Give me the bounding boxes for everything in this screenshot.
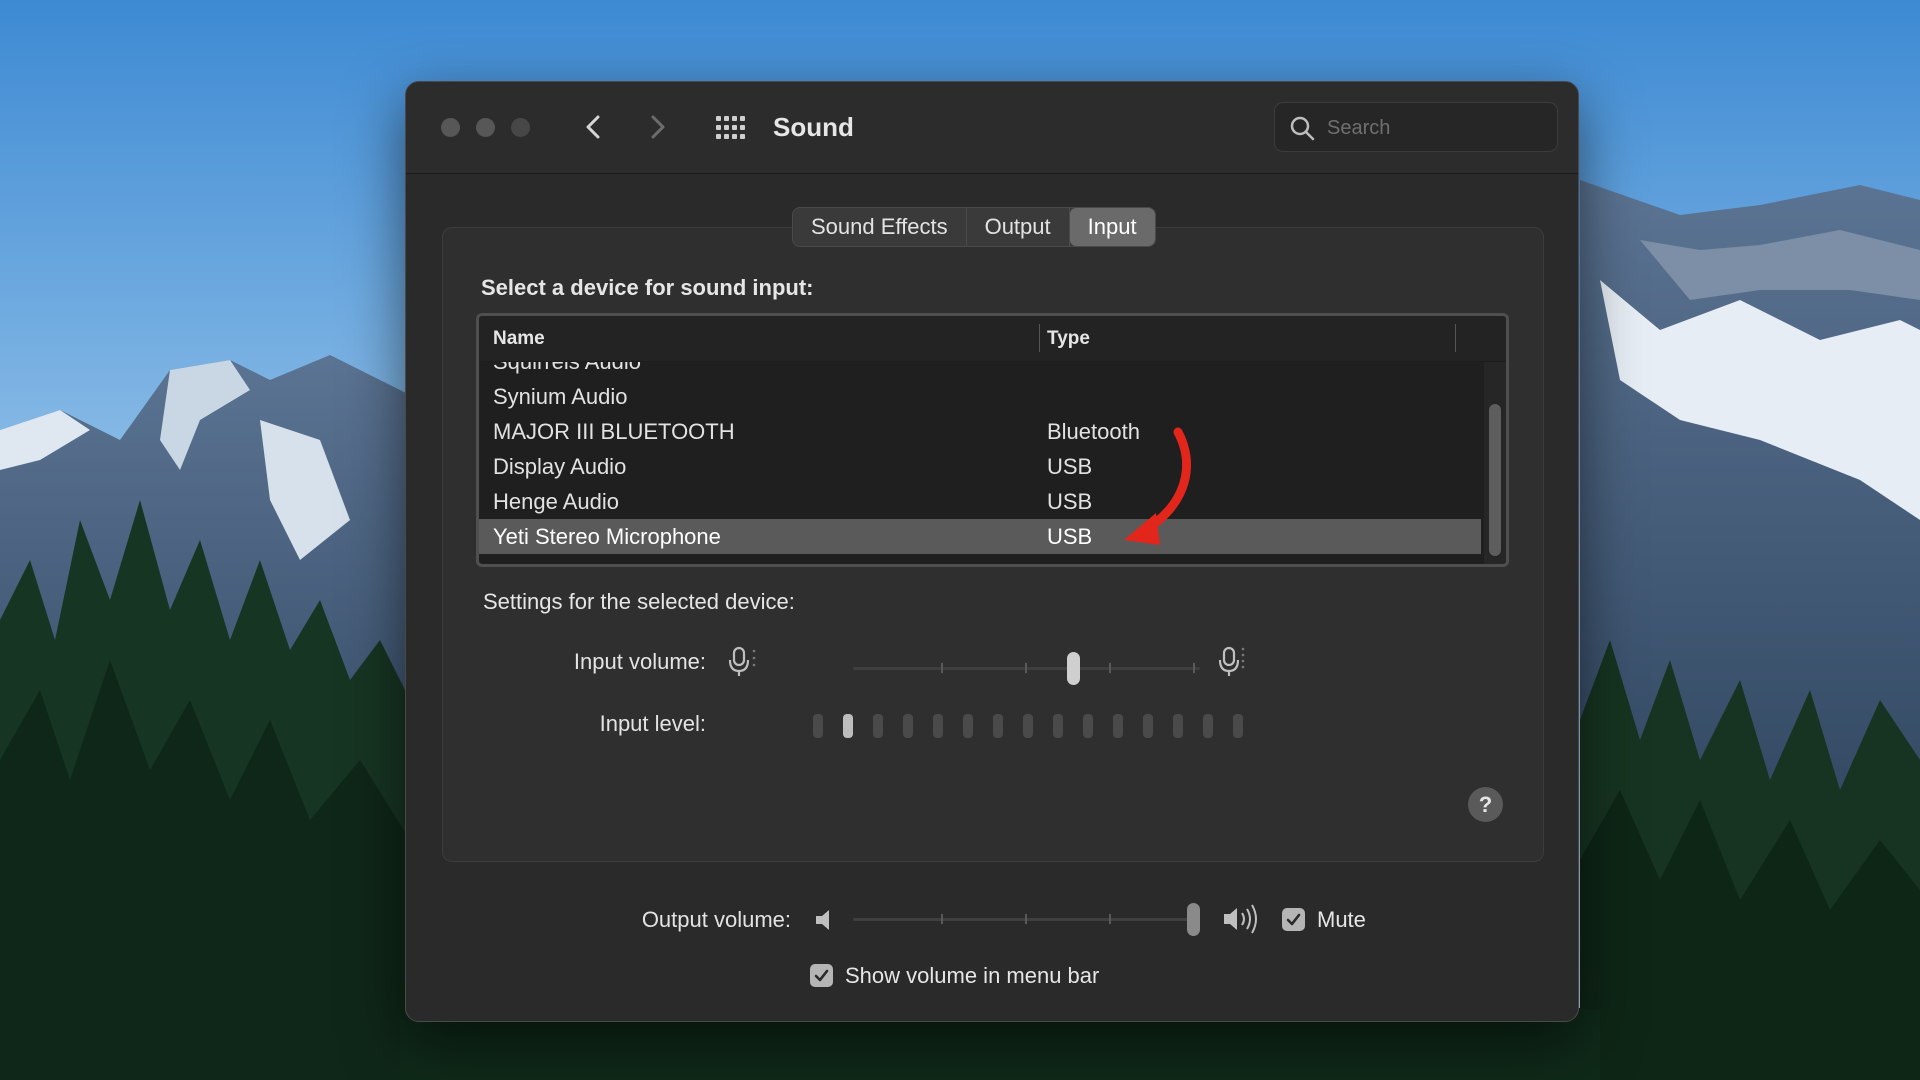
level-meter-segment	[963, 714, 973, 738]
table-row[interactable]: Display Audio USB	[479, 449, 1481, 484]
column-header-type[interactable]: Type	[1047, 328, 1090, 350]
table-row[interactable]: MAJOR III BLUETOOTH Bluetooth	[479, 414, 1481, 449]
chevron-right-icon	[651, 115, 665, 139]
help-button[interactable]: ?	[1468, 787, 1503, 822]
mute-checkbox[interactable]	[1282, 908, 1305, 931]
output-volume-slider[interactable]	[853, 903, 1200, 937]
checkmark-icon	[814, 969, 829, 982]
device-type: USB	[1047, 489, 1093, 514]
output-volume-label: Output volume:	[641, 907, 791, 932]
device-heading: Select a device for sound input:	[481, 275, 814, 300]
input-level-meter	[813, 714, 1253, 738]
device-name: Synium Audio	[493, 384, 628, 409]
tab-sound-effects[interactable]: Sound Effects	[793, 208, 967, 246]
input-volume-slider[interactable]	[853, 652, 1200, 686]
level-meter-segment	[933, 714, 943, 738]
search-icon	[1290, 116, 1315, 141]
scrollbar-thumb[interactable]	[1489, 404, 1501, 556]
level-meter-segment	[873, 714, 883, 738]
minimize-window-button[interactable]	[476, 118, 495, 137]
device-name: Squirrels Audio	[493, 362, 641, 375]
level-meter-segment	[1233, 714, 1243, 738]
search-field[interactable]	[1274, 102, 1558, 152]
table-header: Name Type	[479, 316, 1506, 362]
sound-preferences-window: Sound Sound Effects Output Input Select …	[405, 81, 1579, 1022]
checkmark-icon	[1286, 913, 1301, 926]
slider-tick	[1025, 914, 1027, 924]
slider-knob[interactable]	[1067, 652, 1080, 685]
level-meter-segment	[1143, 714, 1153, 738]
device-list: Squirrels Audio Synium Audio MAJOR III B…	[479, 362, 1481, 564]
table-row-selected[interactable]: Yeti Stereo Microphone USB	[479, 519, 1481, 554]
microphone-high-icon	[1218, 646, 1245, 676]
red-annotation-arrow-icon	[1124, 427, 1192, 545]
tab-output[interactable]: Output	[967, 208, 1070, 246]
close-window-button[interactable]	[441, 118, 460, 137]
table-row[interactable]: Henge Audio USB	[479, 484, 1481, 519]
level-meter-segment	[843, 714, 853, 738]
slider-tick	[1025, 663, 1027, 673]
chevron-left-icon	[586, 115, 600, 139]
level-meter-segment	[1113, 714, 1123, 738]
level-meter-segment	[813, 714, 823, 738]
slider-knob[interactable]	[1187, 903, 1200, 936]
device-name: Henge Audio	[493, 489, 619, 514]
level-meter-segment	[1203, 714, 1213, 738]
settings-heading: Settings for the selected device:	[483, 589, 795, 614]
device-name: MAJOR III BLUETOOTH	[493, 419, 735, 444]
input-device-table: Name Type Squirrels Audio Synium Audio M…	[476, 313, 1509, 567]
column-divider	[1039, 324, 1040, 352]
level-meter-segment	[1023, 714, 1033, 738]
column-header-name[interactable]: Name	[493, 328, 545, 350]
tab-bar: Sound Effects Output Input	[792, 207, 1156, 247]
device-type: USB	[1047, 524, 1093, 549]
input-volume-label: Input volume:	[573, 649, 706, 674]
slider-tick	[1193, 663, 1195, 673]
device-type: USB	[1047, 454, 1093, 479]
microphone-low-icon	[728, 646, 756, 676]
input-level-label: Input level:	[599, 711, 706, 736]
show-volume-label[interactable]: Show volume in menu bar	[845, 963, 1099, 989]
level-meter-segment	[1053, 714, 1063, 738]
device-name: Display Audio	[493, 454, 627, 479]
back-button[interactable]	[579, 112, 609, 142]
slider-tick	[941, 914, 943, 924]
slider-tick	[1109, 663, 1111, 673]
table-row[interactable]: Synium Audio	[479, 379, 1481, 414]
column-divider	[1455, 324, 1456, 352]
show-all-grid-icon[interactable]	[716, 116, 746, 140]
level-meter-segment	[1083, 714, 1093, 738]
title-bar: Sound	[406, 82, 1578, 174]
table-row[interactable]: Squirrels Audio	[479, 362, 1481, 379]
search-input[interactable]	[1327, 113, 1547, 143]
mute-label[interactable]: Mute	[1317, 907, 1366, 933]
forward-button[interactable]	[642, 112, 672, 142]
table-scrollbar[interactable]	[1484, 362, 1506, 564]
show-volume-checkbox[interactable]	[810, 964, 833, 987]
level-meter-segment	[903, 714, 913, 738]
level-meter-segment	[993, 714, 1003, 738]
zoom-window-button[interactable]	[511, 118, 530, 137]
tab-input[interactable]: Input	[1069, 208, 1155, 246]
level-meter-segment	[1173, 714, 1183, 738]
window-title: Sound	[773, 112, 854, 142]
speaker-low-icon	[816, 910, 829, 930]
speaker-high-icon	[1224, 904, 1257, 934]
device-name: Yeti Stereo Microphone	[493, 524, 721, 549]
slider-tick	[1109, 914, 1111, 924]
slider-tick	[941, 663, 943, 673]
